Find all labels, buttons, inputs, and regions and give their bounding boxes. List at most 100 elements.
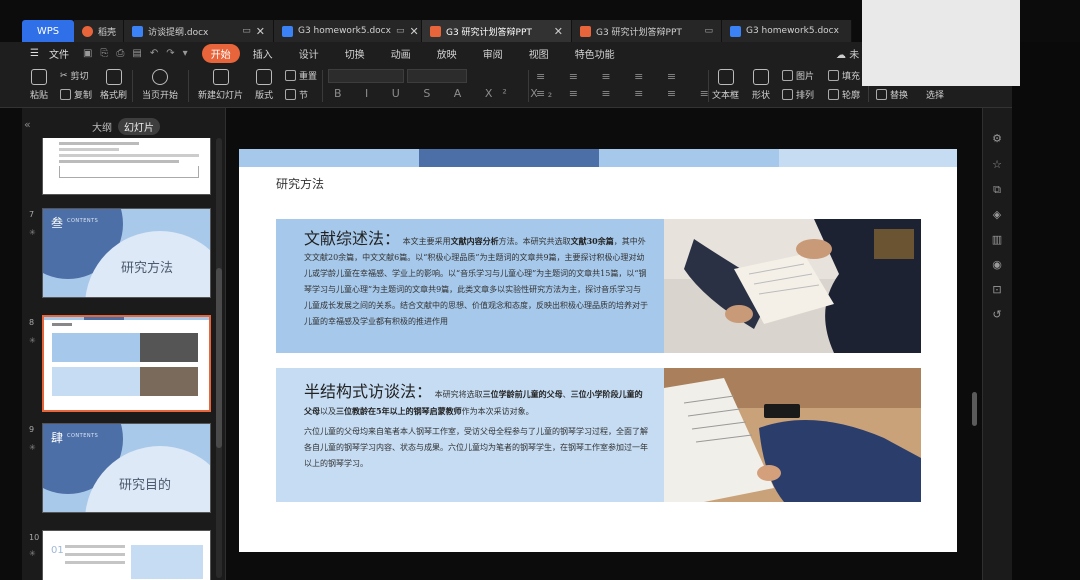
copy-button[interactable]: 复制 (60, 88, 92, 101)
close-icon[interactable]: ✕ (554, 25, 563, 38)
preview-icon[interactable]: ▤ (132, 48, 141, 59)
print-icon[interactable]: ⎙ (116, 48, 124, 59)
arrange-icon (782, 89, 793, 100)
tab-design[interactable]: 设计 (286, 44, 332, 63)
paste-button[interactable]: 粘贴 (30, 69, 48, 101)
select-button[interactable]: 选择 (926, 88, 944, 101)
heading-colon: ： (416, 382, 433, 401)
heading-colon: ： (384, 229, 401, 248)
tab-research-ppt[interactable]: G3 研究计划答辩PPT ▭ (572, 20, 722, 42)
outline-button[interactable]: 轮廓 (828, 88, 860, 101)
tab-research-ppt-active[interactable]: G3 研究计划答辩PPT ✕ (422, 20, 572, 42)
history-icon[interactable]: ↺ (990, 308, 1004, 322)
canvas-scrollbar-thumb[interactable] (972, 392, 977, 426)
section-title: 研究目的 (119, 478, 172, 493)
slide-thumbnail-10[interactable]: 01 (42, 530, 211, 580)
copy-icon[interactable]: ⧉ (990, 183, 1004, 197)
chart-icon[interactable]: ▥ (990, 233, 1004, 247)
literature-review-block[interactable]: 文献综述法： 本文主要采用文献内容分析方法。本研究共选取文献30余篇，其中外文文… (276, 219, 664, 353)
monitor-icon[interactable]: ▭ (704, 26, 713, 36)
notebook-photo[interactable] (664, 368, 921, 502)
customize-icon[interactable]: ▾ (183, 48, 188, 59)
shape-button[interactable]: 形状 (752, 69, 770, 101)
tab-homework5[interactable]: G3 homework5.docx ▭ ✕ (274, 20, 422, 42)
tab-home[interactable]: 开始 (201, 43, 240, 63)
new-slide-button[interactable]: 新建幻灯片 (198, 69, 243, 101)
font-family-select[interactable] (328, 69, 404, 83)
intro-number: 01 (51, 545, 64, 556)
textbox-label: 文本框 (712, 91, 740, 101)
picture-button[interactable]: 图片 (782, 69, 814, 82)
literature-review-heading: 文献综述法 (304, 229, 385, 248)
font-size-select[interactable] (407, 69, 467, 83)
file-menu[interactable]: 文件 (49, 46, 69, 61)
thumb-text-line (59, 154, 199, 157)
replace-button[interactable]: 替换 (876, 88, 908, 101)
tab-features[interactable]: 特色功能 (562, 44, 628, 63)
fill-label: 填充 (842, 72, 861, 82)
picture-label: 图片 (796, 72, 815, 82)
slide-thumbnail-8-selected[interactable] (42, 315, 211, 412)
overlay-box (862, 0, 1020, 86)
brush-icon (105, 69, 122, 85)
arrange-button[interactable]: 排列 (782, 88, 814, 101)
collapse-panel-icon[interactable]: « (24, 118, 31, 131)
export-icon[interactable]: ⎘ (100, 48, 108, 59)
outline-label: 轮廓 (842, 91, 861, 101)
tab-review[interactable]: 审阅 (470, 44, 516, 63)
hamburger-icon[interactable]: ☰ (30, 48, 39, 59)
thumb-block (52, 367, 140, 396)
redo-icon[interactable]: ↷ (166, 48, 174, 59)
slide-thumbnail-7[interactable]: 叁 CONTENTS 研究方法 (42, 208, 211, 298)
daoke-icon (82, 25, 93, 37)
new-slide-icon (212, 69, 229, 85)
tab-view[interactable]: 视图 (516, 44, 562, 63)
star-icon[interactable]: ☆ (990, 158, 1004, 172)
current-slide[interactable]: 研究方法 文献综述法： 本文主要采用文献内容分析方法。本研究共选取文献30余篇，… (239, 149, 957, 552)
reset-button[interactable]: 重置 (285, 69, 317, 82)
tab-homework5-2[interactable]: G3 homework5.docx (722, 20, 852, 42)
tab-slides[interactable]: 幻灯片 (118, 118, 160, 135)
format-painter-button[interactable]: 格式刷 (100, 69, 127, 101)
section-button[interactable]: 节 (285, 88, 308, 101)
textbox-button[interactable]: 文本框 (712, 69, 739, 101)
compass-icon[interactable]: ◉ (990, 258, 1004, 272)
tab-outline[interactable]: 大纲 (92, 119, 112, 134)
align-buttons[interactable]: ≡ ≡ ≡ ≡ ≡ ≡ (536, 87, 719, 100)
image-settings-icon[interactable]: ⊡ (990, 283, 1004, 297)
layers-icon[interactable]: ◈ (990, 208, 1004, 222)
slide-thumbnail-6[interactable] (42, 138, 211, 195)
menu-bar: ☰ 文件 ▣ ⎘ ⎙ ▤ ↶ ↷ ▾ 开始 插入 设计 切换 动画 放映 审阅 … (0, 42, 1012, 64)
quick-access-toolbar: ▣ ⎘ ⎙ ▤ ↶ ↷ ▾ (83, 48, 188, 59)
tab-animation[interactable]: 动画 (378, 44, 424, 63)
layout-button[interactable]: 版式 (255, 69, 273, 101)
panel-scrollbar-thumb[interactable] (216, 268, 222, 448)
cut-button[interactable]: ✂ 剪切 (60, 69, 89, 83)
tab-interview-outline[interactable]: 访谈提纲.docx ▭ ✕ (124, 20, 274, 42)
wps-home-tab[interactable]: WPS (22, 20, 74, 42)
play-from-current-button[interactable]: 当页开始 (142, 69, 178, 101)
arrange-label: 排列 (796, 91, 815, 101)
fill-button[interactable]: 填充 (828, 69, 860, 82)
tab-daoke[interactable]: 稻壳 (74, 20, 124, 42)
copy-icon (60, 89, 71, 100)
cloud-icon: ☁ (836, 50, 850, 61)
new-slide-label: 新建幻灯片 (198, 91, 244, 101)
monitor-icon[interactable]: ▭ (242, 26, 251, 36)
tab-slideshow[interactable]: 放映 (424, 44, 470, 63)
interview-method-block[interactable]: 半结构式访谈法： 本研究将选取三位学龄前儿童的父母、三位小学阶段儿童的父母以及三… (276, 368, 664, 502)
monitor-icon[interactable]: ▭ (396, 26, 405, 36)
tab-insert[interactable]: 插入 (240, 44, 286, 63)
close-icon[interactable]: ✕ (256, 25, 265, 38)
close-icon[interactable]: ✕ (409, 25, 418, 38)
paragraph-buttons[interactable]: ≡ ≡ ≡ ≡ ≡ (536, 70, 686, 83)
slide-title[interactable]: 研究方法 (276, 175, 324, 192)
undo-icon[interactable]: ↶ (150, 48, 158, 59)
settings-sliders-icon[interactable]: ⚙ (990, 132, 1004, 146)
slide-thumbnail-9[interactable]: 肆 CONTENTS 研究目的 (42, 423, 211, 513)
reading-photo[interactable] (664, 219, 921, 353)
tab-transition[interactable]: 切换 (332, 44, 378, 63)
cloud-status[interactable]: ☁ 未 (836, 46, 859, 61)
save-icon[interactable]: ▣ (83, 48, 92, 59)
body-text: 本研究将选取 (434, 390, 483, 399)
